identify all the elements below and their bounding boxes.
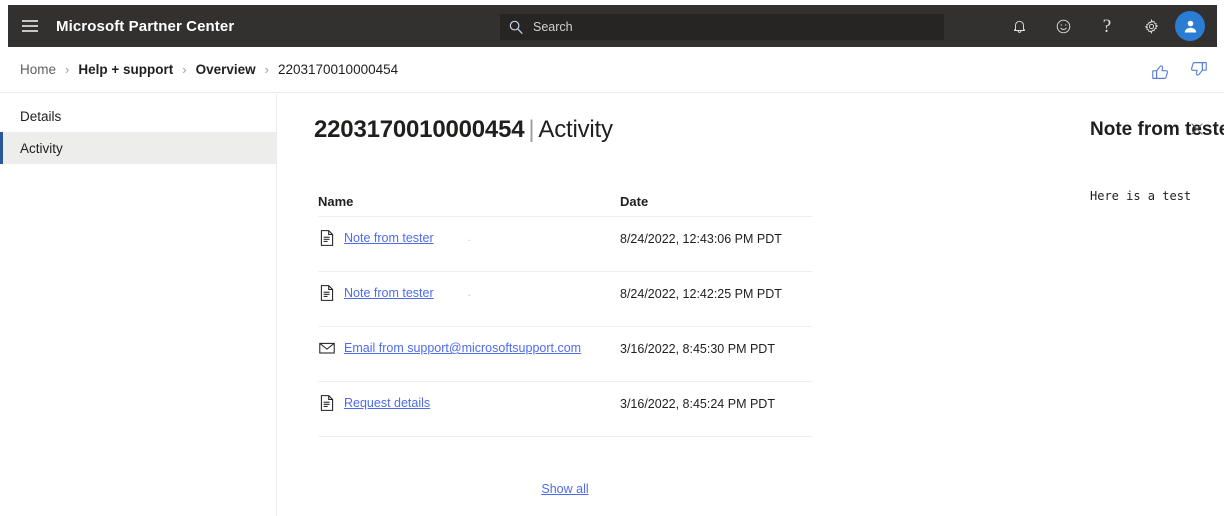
- row-date-cell: 3/16/2022, 8:45:30 PM PDT: [620, 342, 775, 356]
- thumbs-up-icon[interactable]: [1148, 58, 1172, 82]
- column-header-date: Date: [620, 193, 649, 209]
- main-content: 2203170010000454 | Activity Name Date No…: [278, 94, 1224, 516]
- settings-gear-icon[interactable]: [1129, 5, 1173, 47]
- activity-table: Name Date Note from tester . 8/24/2022, …: [318, 186, 812, 437]
- breadcrumb-item-overview[interactable]: Overview: [196, 62, 256, 77]
- sidebar-item-label: Details: [20, 108, 62, 124]
- table-row[interactable]: Note from tester . 8/24/2022, 12:42:25 P…: [318, 272, 812, 327]
- activity-link[interactable]: Note from tester: [344, 230, 434, 246]
- app-brand-title: Microsoft Partner Center: [56, 17, 235, 35]
- top-header-bar: Microsoft Partner Center Search ?: [8, 5, 1217, 47]
- help-question-glyph: ?: [1102, 15, 1112, 37]
- row-name-cell: Email from support@microsoftsupport.com: [318, 340, 620, 357]
- account-avatar[interactable]: [1175, 11, 1205, 41]
- page-title-ticket-id: 2203170010000454: [314, 116, 525, 143]
- page-title-separator: |: [528, 116, 535, 143]
- envelope-icon: [318, 339, 336, 357]
- activity-link[interactable]: Request details: [344, 395, 430, 411]
- row-marker: .: [467, 230, 471, 244]
- help-icon[interactable]: ?: [1085, 5, 1129, 47]
- show-all-link[interactable]: Show all: [541, 482, 588, 496]
- breadcrumb: Home › Help + support › Overview › 22031…: [20, 62, 398, 77]
- thumbs-down-icon[interactable]: [1186, 58, 1210, 82]
- breadcrumb-item-home[interactable]: Home: [20, 62, 56, 77]
- table-row[interactable]: Note from tester . 8/24/2022, 12:43:06 P…: [318, 217, 812, 272]
- activity-link[interactable]: Email from support@microsoftsupport.com: [344, 340, 581, 356]
- row-date-cell: 8/24/2022, 12:42:25 PM PDT: [620, 287, 782, 301]
- row-marker: .: [467, 285, 471, 299]
- detail-pane-body: Here is a test: [1090, 189, 1192, 203]
- header-actions: ?: [997, 5, 1211, 47]
- document-icon: [318, 284, 336, 302]
- left-navigation: Details Activity: [0, 94, 277, 516]
- activity-link[interactable]: Note from tester: [344, 285, 434, 301]
- table-row[interactable]: Request details 3/16/2022, 8:45:24 PM PD…: [318, 382, 812, 437]
- feedback-smiley-icon[interactable]: [1041, 5, 1085, 47]
- show-all-container: Show all: [318, 480, 812, 498]
- page-feedback-controls: [1148, 47, 1210, 93]
- search-input[interactable]: Search: [500, 14, 944, 40]
- breadcrumb-separator: ›: [264, 62, 269, 77]
- row-date-cell: 8/24/2022, 12:43:06 PM PDT: [620, 232, 782, 246]
- detail-pane: Note from tester Here is a test: [812, 94, 1224, 516]
- close-icon[interactable]: [1184, 116, 1210, 142]
- document-icon: [318, 229, 336, 247]
- table-header-row: Name Date: [318, 186, 812, 217]
- sidebar-item-activity[interactable]: Activity: [0, 132, 276, 164]
- row-name-cell: Request details: [318, 395, 620, 412]
- breadcrumb-separator: ›: [65, 62, 70, 77]
- sidebar-item-label: Activity: [20, 140, 63, 156]
- table-row[interactable]: Email from support@microsoftsupport.com …: [318, 327, 812, 382]
- document-icon: [318, 394, 336, 412]
- page-title: 2203170010000454 | Activity: [314, 116, 613, 144]
- app-root: Microsoft Partner Center Search ? Home ›…: [0, 0, 1224, 516]
- row-date-cell: 3/16/2022, 8:45:24 PM PDT: [620, 397, 775, 411]
- breadcrumb-bar: Home › Help + support › Overview › 22031…: [0, 47, 1224, 93]
- notifications-icon[interactable]: [997, 5, 1041, 47]
- breadcrumb-item-ticket-id: 2203170010000454: [277, 62, 399, 77]
- hamburger-icon[interactable]: [8, 5, 52, 47]
- search-placeholder-text: Search: [533, 20, 573, 34]
- sidebar-item-details[interactable]: Details: [0, 100, 276, 132]
- column-header-name: Name: [318, 193, 354, 209]
- breadcrumb-item-help-support[interactable]: Help + support: [78, 62, 173, 77]
- row-name-cell: Note from tester .: [318, 285, 620, 302]
- breadcrumb-separator: ›: [182, 62, 187, 77]
- search-icon: [508, 19, 524, 35]
- row-name-cell: Note from tester .: [318, 230, 620, 247]
- page-title-section: Activity: [538, 116, 613, 143]
